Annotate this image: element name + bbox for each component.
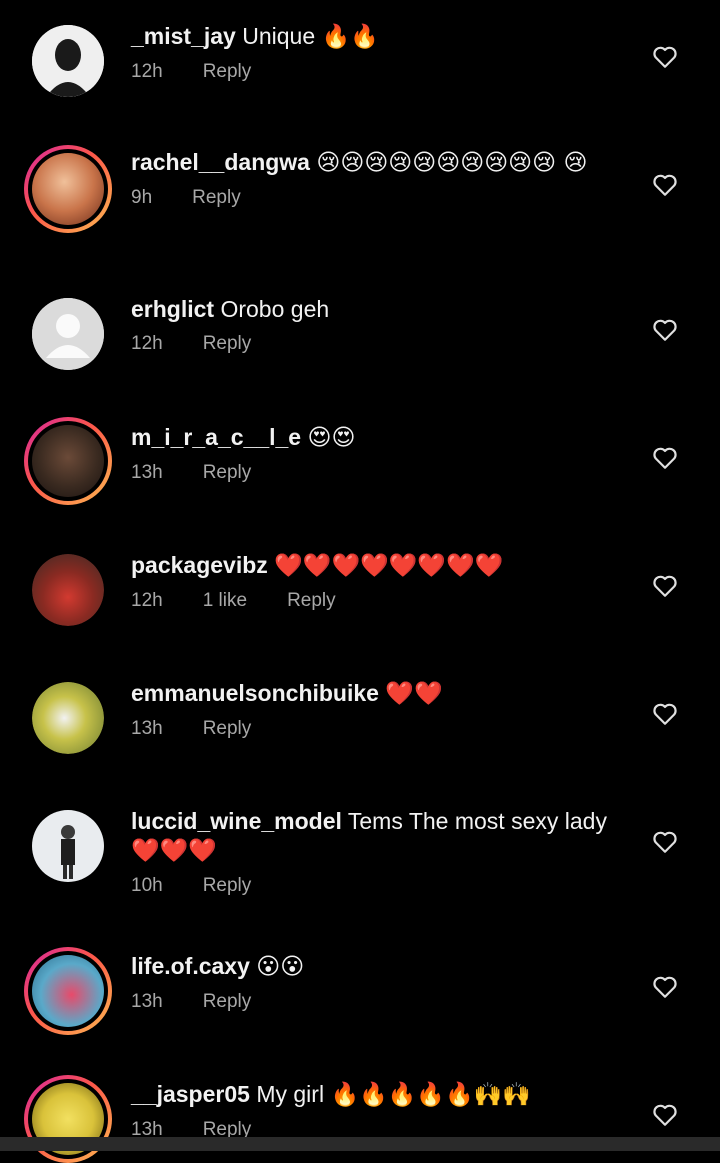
reply-button[interactable]: Reply [287,590,336,612]
avatar-image [32,25,104,97]
username[interactable]: life.of.caxy [131,953,250,979]
avatar[interactable] [32,554,104,626]
comment-emoji: 🔥🔥🔥🔥🔥🙌🙌 [330,1082,531,1108]
avatar-image [32,955,104,1027]
username[interactable]: emmanuelsonchibuike [131,680,379,706]
reply-button[interactable]: Reply [203,61,252,83]
reply-button[interactable]: Reply [203,718,252,740]
comment-emoji: 😮😮 [256,954,305,980]
comment-text: Tems The most sexy lady [347,808,607,834]
username[interactable]: _mist_jay [131,23,236,49]
comment-emoji: ❤️❤️❤️❤️❤️❤️❤️❤️ [274,553,504,579]
comment-emoji: ❤️❤️ [385,681,443,707]
reply-button[interactable]: Reply [203,875,252,897]
avatar-image [32,425,104,497]
heart-outline-icon[interactable] [652,318,678,342]
avatar-image [32,153,104,225]
heart-outline-icon[interactable] [652,702,678,726]
reply-button[interactable]: Reply [203,991,252,1013]
timestamp: 13h [131,462,163,483]
avatar[interactable] [32,682,104,754]
reply-button[interactable]: Reply [203,333,252,355]
comment-text: Unique [242,23,316,49]
timestamp: 13h [131,718,163,739]
heart-outline-icon[interactable] [652,574,678,598]
avatar[interactable] [32,810,104,882]
avatar-story-ring[interactable] [24,145,112,233]
avatar[interactable] [32,25,104,97]
avatar-story-ring[interactable] [24,417,112,505]
comment-emoji: 🔥🔥 [321,24,379,50]
like-count[interactable]: 1 like [203,590,247,612]
username[interactable]: erhglict [131,296,214,322]
reply-button[interactable]: Reply [192,187,241,209]
reply-button[interactable]: Reply [203,462,252,484]
heart-outline-icon[interactable] [652,173,678,197]
timestamp: 12h [131,590,163,611]
heart-outline-icon[interactable] [652,446,678,470]
bottom-edge-bar [0,1137,720,1151]
heart-outline-icon[interactable] [652,975,678,999]
avatar[interactable] [32,298,104,370]
username[interactable]: rachel__dangwa [131,149,310,175]
heart-outline-icon[interactable] [652,830,678,854]
avatar-image [32,682,104,754]
avatar-image [32,554,104,626]
username[interactable]: m_i_r_a_c__l_e [131,424,301,450]
default-avatar-icon [32,298,104,370]
timestamp: 12h [131,333,163,354]
username[interactable]: packagevibz [131,552,268,578]
avatar-image [32,810,104,882]
comment-emoji: ❤️❤️❤️ [131,838,217,864]
comment-emoji: 😍😍 [307,425,356,451]
avatar-story-ring[interactable] [24,947,112,1035]
heart-outline-icon[interactable] [652,45,678,69]
comment-text: Orobo geh [220,296,330,322]
username[interactable]: luccid_wine_model [131,808,342,834]
timestamp: 9h [131,187,153,208]
heart-outline-icon[interactable] [652,1103,678,1127]
username[interactable]: __jasper05 [131,1081,250,1107]
comment-text: My girl [256,1081,325,1107]
comment-emoji: 😢😢😢😢😢😢😢😢😢😢 😢 [316,150,588,176]
timestamp: 12h [131,61,163,82]
timestamp: 13h [131,991,163,1012]
timestamp: 10h [131,875,163,896]
